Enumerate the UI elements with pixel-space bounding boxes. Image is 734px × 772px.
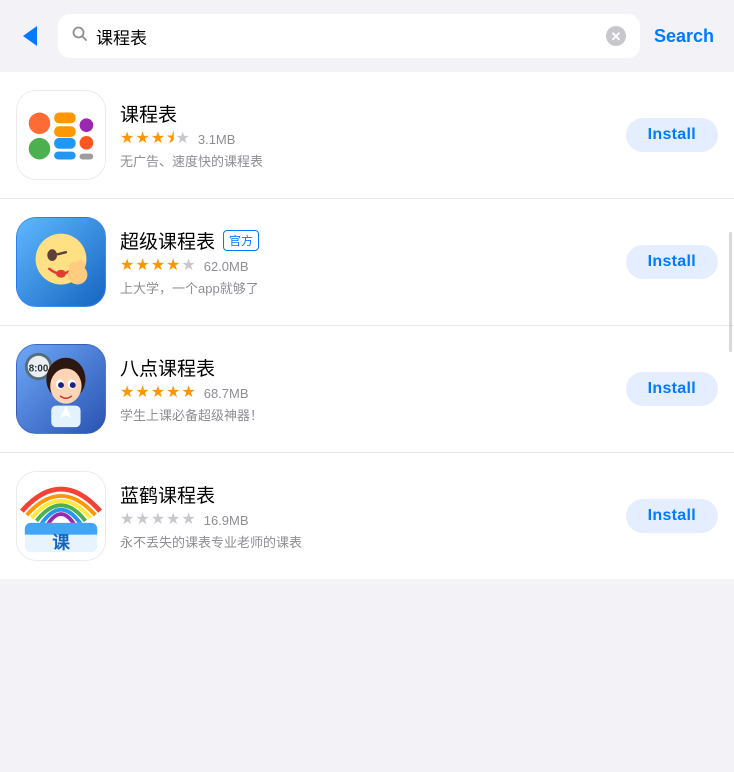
install-button-kechengbiao[interactable]: Install bbox=[626, 118, 718, 152]
app-desc-2: 上大学，一个app就够了 bbox=[120, 278, 612, 297]
app-size-3: 68.7MB bbox=[204, 386, 249, 401]
app-size: 3.1MB bbox=[198, 132, 236, 147]
search-bar[interactable]: 课程表 ✕ bbox=[58, 14, 640, 58]
app-icon-lanhekechengbiao: 课 bbox=[16, 471, 106, 561]
star-4: ⯨ bbox=[166, 131, 174, 147]
star-2: ★ bbox=[135, 512, 149, 528]
app-size-4: 16.9MB bbox=[204, 513, 249, 528]
app-info-kechengbiao: 课程表 ★ ★ ★ ⯨ ★ 3.1MB 无广告、速度快的课程表 bbox=[120, 100, 612, 170]
clear-icon: ✕ bbox=[611, 30, 622, 43]
star-3: ★ bbox=[151, 385, 165, 401]
app-name-4: 蓝鹤课程表 bbox=[120, 481, 215, 508]
app-name-2: 超级课程表 bbox=[120, 227, 215, 254]
star-3: ★ bbox=[151, 512, 165, 528]
star-5: ★ bbox=[181, 512, 195, 528]
svg-text:课: 课 bbox=[52, 532, 70, 552]
search-icon bbox=[72, 26, 88, 47]
app-desc-4: 永不丢失的课表专业老师的课表 bbox=[120, 532, 612, 551]
app-item-kechengbiao: 课程表 ★ ★ ★ ⯨ ★ 3.1MB 无广告、速度快的课程表 Install bbox=[0, 72, 734, 199]
app-name-row-3: 八点课程表 bbox=[120, 354, 612, 381]
official-badge: 官方 bbox=[223, 230, 259, 251]
star-4: ★ bbox=[166, 385, 180, 401]
back-chevron-icon bbox=[23, 26, 37, 46]
install-button-badiankechengbiao[interactable]: Install bbox=[626, 372, 718, 406]
star-5: ★ bbox=[181, 258, 195, 274]
app-name-row-4: 蓝鹤课程表 bbox=[120, 481, 612, 508]
clear-button[interactable]: ✕ bbox=[606, 26, 626, 46]
stars-3: ★ ★ ★ ★ ★ bbox=[120, 385, 196, 401]
app-icon-kechengbiao bbox=[16, 90, 106, 180]
star-2: ★ bbox=[135, 258, 149, 274]
app-name: 课程表 bbox=[120, 100, 177, 127]
app-name-row: 课程表 bbox=[120, 100, 612, 127]
back-button[interactable] bbox=[12, 18, 48, 54]
header: 课程表 ✕ Search bbox=[0, 0, 734, 72]
rating-row: ★ ★ ★ ⯨ ★ 3.1MB bbox=[120, 131, 612, 147]
star-1: ★ bbox=[120, 512, 134, 528]
app-list: 课程表 ★ ★ ★ ⯨ ★ 3.1MB 无广告、速度快的课程表 Install bbox=[0, 72, 734, 579]
star-2: ★ bbox=[135, 131, 149, 147]
star-5: ★ bbox=[181, 385, 195, 401]
app-info-lanhekechengbiao: 蓝鹤课程表 ★ ★ ★ ★ ★ 16.9MB 永不丢失的课表专业老师的课表 bbox=[120, 481, 612, 551]
install-button-lanhekechengbiao[interactable]: Install bbox=[626, 499, 718, 533]
svg-text:8:00: 8:00 bbox=[29, 363, 49, 374]
star-5: ★ bbox=[176, 131, 190, 147]
app-size-2: 62.0MB bbox=[204, 259, 249, 274]
star-4: ★ bbox=[166, 258, 180, 274]
app-desc-3: 学生上课必备超级神器！ bbox=[120, 405, 612, 424]
star-2: ★ bbox=[135, 385, 149, 401]
app-item-lanhekechengbiao: 课 蓝鹤课程表 ★ ★ ★ ★ ★ 16.9MB 永不丢失的课表专业老师的课表 … bbox=[0, 453, 734, 579]
app-name-row-2: 超级课程表 官方 bbox=[120, 227, 612, 254]
stars-4: ★ ★ ★ ★ ★ bbox=[120, 512, 196, 528]
star-3: ★ bbox=[151, 258, 165, 274]
scroll-indicator bbox=[729, 232, 732, 352]
app-item-superkechengbiao: 超级课程表 官方 ★ ★ ★ ★ ★ 62.0MB 上大学，一个app就够了 I… bbox=[0, 199, 734, 326]
install-button-superkechengbiao[interactable]: Install bbox=[626, 245, 718, 279]
app-info-badiankechengbiao: 八点课程表 ★ ★ ★ ★ ★ 68.7MB 学生上课必备超级神器！ bbox=[120, 354, 612, 424]
search-input[interactable]: 课程表 bbox=[96, 24, 598, 49]
stars-2: ★ ★ ★ ★ ★ bbox=[120, 258, 196, 274]
star-1: ★ bbox=[120, 385, 134, 401]
star-3: ★ bbox=[151, 131, 165, 147]
rating-row-2: ★ ★ ★ ★ ★ 62.0MB bbox=[120, 258, 612, 274]
star-1: ★ bbox=[120, 131, 134, 147]
app-desc: 无广告、速度快的课程表 bbox=[120, 151, 612, 170]
app-item-badiankechengbiao: 8:00 八点课程表 bbox=[0, 326, 734, 453]
app-icon-superkechengbiao bbox=[16, 217, 106, 307]
app-info-superkechengbiao: 超级课程表 官方 ★ ★ ★ ★ ★ 62.0MB 上大学，一个app就够了 bbox=[120, 227, 612, 297]
stars: ★ ★ ★ ⯨ ★ bbox=[120, 131, 190, 147]
app-icon-badiankechengbiao: 8:00 bbox=[16, 344, 106, 434]
star-1: ★ bbox=[120, 258, 134, 274]
rating-row-4: ★ ★ ★ ★ ★ 16.9MB bbox=[120, 512, 612, 528]
star-4: ★ bbox=[166, 512, 180, 528]
rating-row-3: ★ ★ ★ ★ ★ 68.7MB bbox=[120, 385, 612, 401]
search-button[interactable]: Search bbox=[650, 26, 718, 47]
app-name-3: 八点课程表 bbox=[120, 354, 215, 381]
